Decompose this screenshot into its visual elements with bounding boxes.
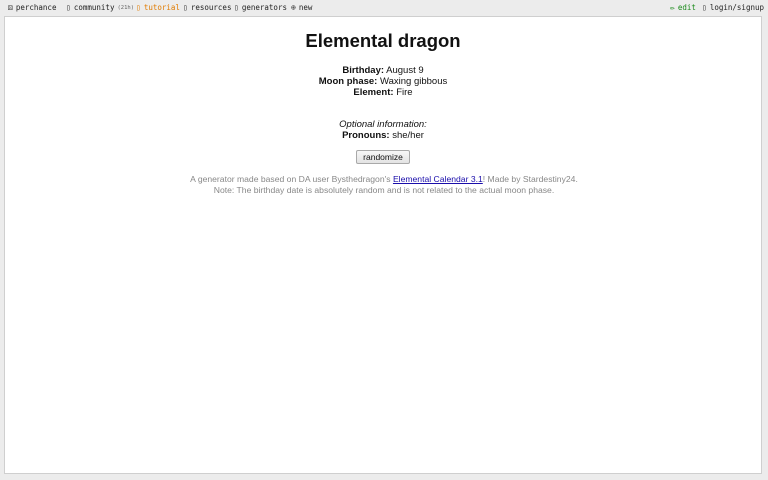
list-icon: ▯ xyxy=(234,3,239,12)
folder-icon: ▯ xyxy=(183,3,188,12)
generator-panel: Elemental dragon Birthday: August 9 Moon… xyxy=(4,16,762,474)
optional-info-heading: Optional information: xyxy=(339,119,427,130)
chat-icon: ▯ xyxy=(66,3,71,12)
dice-icon: ⚄ xyxy=(8,3,13,12)
pronouns-value: she/her xyxy=(392,130,424,141)
nav-edit-link[interactable]: ✏ edit xyxy=(670,3,696,12)
pronouns-row: Pronouns: she/her xyxy=(5,130,761,141)
nav-community-label: community xyxy=(73,3,115,12)
nav-community-count: (21h) xyxy=(117,4,135,11)
nav-home-label: perchance xyxy=(15,3,57,12)
nav-tutorial-label: tutorial xyxy=(143,3,180,12)
generator-description: A generator made based on DA user Bysthe… xyxy=(190,174,578,195)
moon-phase-label: Moon phase: xyxy=(318,76,378,87)
nav-resources-link[interactable]: ▯ resources xyxy=(183,3,231,12)
book-icon: ▯ xyxy=(136,3,141,12)
nav-new-link[interactable]: ⊕ new xyxy=(291,3,312,12)
description-text-before: A generator made based on DA user Bysthe… xyxy=(190,174,393,184)
top-navigation: ⚄ perchance ▯ community (21h) ▯ tutorial… xyxy=(0,0,768,16)
nav-login-label: login/signup xyxy=(709,3,765,12)
nav-home-link[interactable]: ⚄ perchance xyxy=(8,3,56,12)
nav-new-label: new xyxy=(298,3,313,12)
pronouns-label: Pronouns: xyxy=(342,130,390,141)
nav-login-link[interactable]: ▯ login/signup xyxy=(702,3,764,12)
birthday-row: Birthday: August 9 xyxy=(5,65,761,76)
user-icon: ▯ xyxy=(702,3,707,12)
page-title: Elemental dragon xyxy=(305,30,461,51)
plus-circle-icon: ⊕ xyxy=(291,3,296,12)
nav-resources-label: resources xyxy=(190,3,232,12)
pencil-icon: ✏ xyxy=(670,3,675,12)
nav-community-link[interactable]: ▯ community (21h) xyxy=(66,3,134,12)
nav-tutorial-link[interactable]: ▯ tutorial xyxy=(136,3,180,12)
nav-edit-label: edit xyxy=(677,3,696,12)
element-label: Element: xyxy=(353,87,394,98)
nav-generators-link[interactable]: ▯ generators xyxy=(234,3,287,12)
nav-generators-label: generators xyxy=(241,3,287,12)
randomize-button[interactable]: randomize xyxy=(356,150,410,164)
birthday-value: August 9 xyxy=(386,65,424,76)
moon-phase-row: Moon phase: Waxing gibbous xyxy=(5,76,761,87)
moon-phase-value: Waxing gibbous xyxy=(379,76,448,87)
element-value: Fire xyxy=(396,87,413,98)
birthday-label: Birthday: xyxy=(342,65,385,76)
element-row: Element: Fire xyxy=(5,87,761,98)
elemental-calendar-link[interactable]: Elemental Calendar 3.1 xyxy=(393,174,483,184)
